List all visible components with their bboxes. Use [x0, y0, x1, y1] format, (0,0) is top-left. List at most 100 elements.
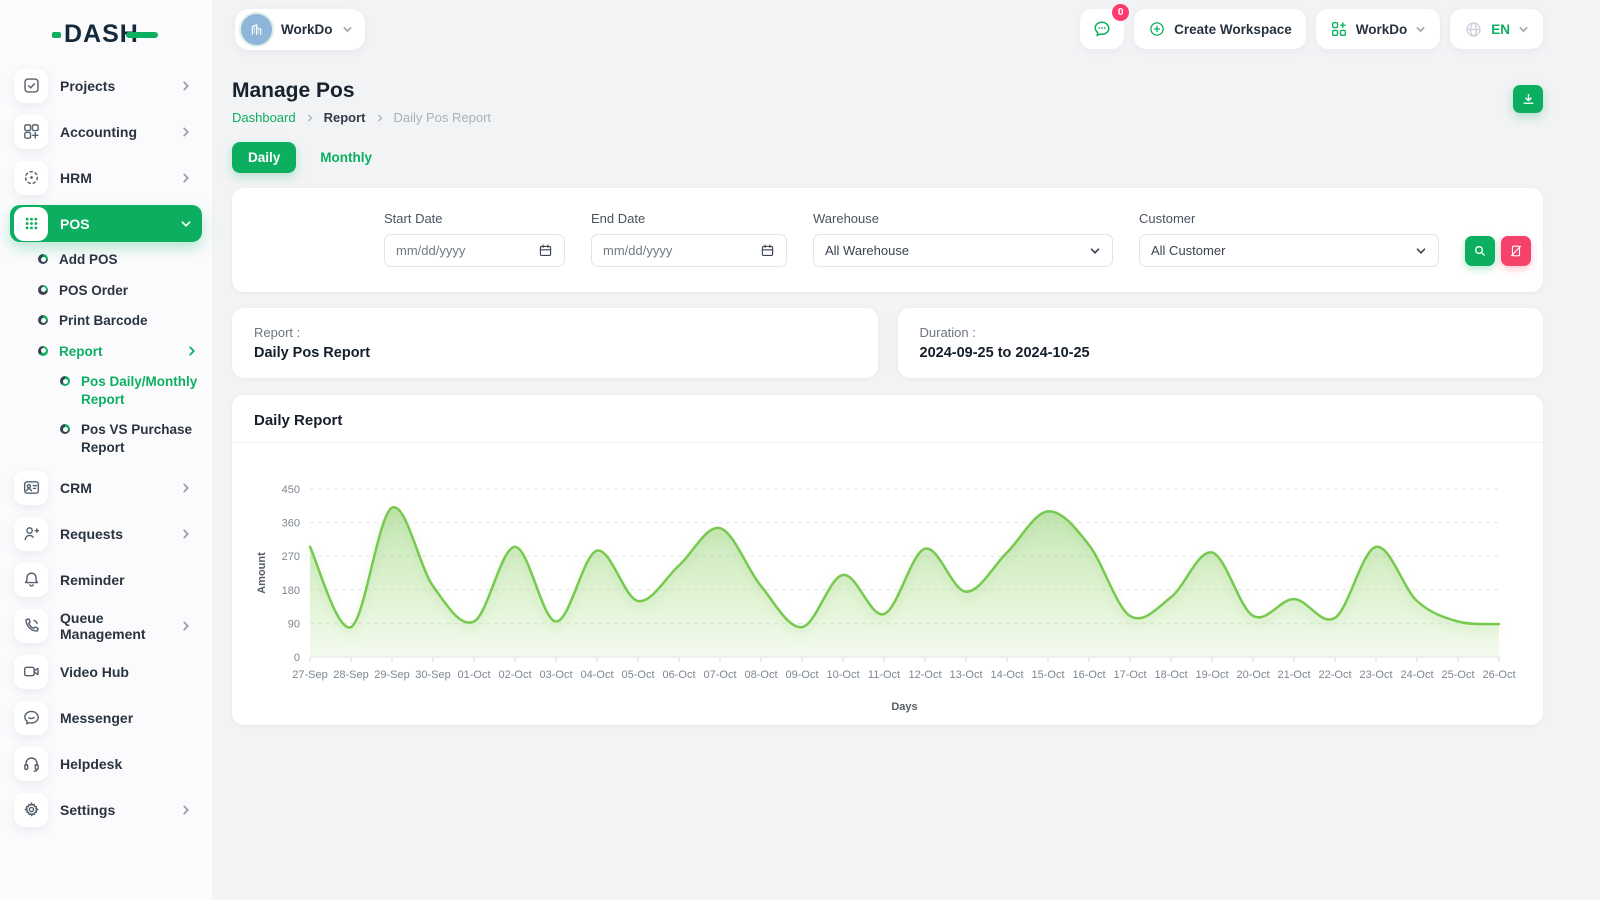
- sidebar-item-label: Pos Daily/Monthly Report: [81, 373, 198, 408]
- sidebar-item-helpdesk[interactable]: Helpdesk: [12, 745, 202, 782]
- duration-label: Duration :: [920, 325, 1522, 340]
- workspace-switcher[interactable]: WorkDo: [235, 9, 365, 50]
- sidebar-item-video-hub[interactable]: Video Hub: [12, 653, 202, 690]
- svg-text:26-Oct: 26-Oct: [1482, 669, 1515, 681]
- brand-logo[interactable]: DASH: [0, 14, 212, 63]
- end-date-label: End Date: [591, 211, 787, 226]
- warehouse-select[interactable]: All Warehouse: [813, 234, 1113, 267]
- sidebar-item-label: Pos VS Purchase Report: [81, 421, 198, 456]
- svg-text:12-Oct: 12-Oct: [908, 669, 941, 681]
- start-date-field: Start Date mm/dd/yyyy: [384, 211, 565, 267]
- create-workspace-label: Create Workspace: [1174, 22, 1292, 37]
- svg-text:15-Oct: 15-Oct: [1031, 669, 1064, 681]
- tab-monthly[interactable]: Monthly: [304, 142, 388, 173]
- svg-text:24-Oct: 24-Oct: [1400, 669, 1433, 681]
- sidebar-item-accounting[interactable]: Accounting: [12, 113, 202, 150]
- plus-circle-icon: [1148, 20, 1166, 38]
- clear-filter-icon: [1509, 244, 1523, 258]
- globe-icon: [1464, 20, 1483, 39]
- end-date-input[interactable]: mm/dd/yyyy: [591, 234, 787, 267]
- sidebar-item-print-barcode[interactable]: Print Barcode: [38, 312, 198, 330]
- bullet-icon: [38, 346, 48, 356]
- sidebar-item-settings[interactable]: Settings: [12, 791, 202, 828]
- sidebar-item-pos-daily-monthly-report[interactable]: Pos Daily/Monthly Report: [60, 373, 198, 408]
- download-button[interactable]: [1513, 85, 1543, 113]
- customer-select[interactable]: All Customer: [1139, 234, 1439, 267]
- chevron-right-icon: [180, 172, 192, 184]
- svg-text:21-Oct: 21-Oct: [1277, 669, 1310, 681]
- chevron-down-icon: [342, 24, 353, 35]
- sidebar-item-messenger[interactable]: Messenger: [12, 699, 202, 736]
- report-period-tabs: Daily Monthly: [232, 142, 1543, 173]
- workdo-menu-button[interactable]: WorkDo: [1316, 9, 1441, 49]
- warehouse-value: All Warehouse: [825, 243, 909, 258]
- sidebar-item-requests[interactable]: Requests: [12, 515, 202, 552]
- svg-text:180: 180: [282, 585, 300, 597]
- svg-text:360: 360: [282, 518, 300, 530]
- reset-filter-button[interactable]: [1501, 236, 1531, 266]
- sidebar: DASH Projects Accounting HRM POS Add POS POS …: [0, 0, 212, 900]
- svg-text:14-Oct: 14-Oct: [990, 669, 1023, 681]
- start-date-input[interactable]: mm/dd/yyyy: [384, 234, 565, 267]
- breadcrumb-item-dashboard[interactable]: Dashboard: [232, 110, 296, 125]
- sidebar-item-label: Requests: [60, 526, 123, 542]
- helpdesk-icon: [14, 747, 48, 781]
- sidebar-item-label: Messenger: [60, 710, 133, 726]
- reminder-icon: [14, 563, 48, 597]
- report-value: Daily Pos Report: [254, 345, 856, 361]
- sidebar-item-hrm[interactable]: HRM: [12, 159, 202, 196]
- sidebar-item-pos-vs-purchase-report[interactable]: Pos VS Purchase Report: [60, 421, 198, 456]
- svg-text:90: 90: [288, 618, 300, 630]
- breadcrumb-item-report[interactable]: Report: [324, 110, 366, 125]
- sidebar-item-projects[interactable]: Projects: [12, 67, 202, 104]
- sidebar-item-label: Helpdesk: [60, 756, 122, 772]
- chevron-down-icon: [1089, 245, 1101, 257]
- sidebar-item-pos[interactable]: POS: [10, 205, 202, 242]
- chevron-right-icon: [180, 126, 192, 138]
- chevron-down-icon: [1415, 245, 1427, 257]
- language-code: EN: [1491, 22, 1510, 37]
- apply-filter-button[interactable]: [1465, 236, 1495, 266]
- svg-text:0: 0: [294, 652, 300, 664]
- tab-daily[interactable]: Daily: [232, 142, 296, 173]
- svg-text:10-Oct: 10-Oct: [826, 669, 859, 681]
- sidebar-item-label: POS: [60, 216, 90, 232]
- svg-text:22-Oct: 22-Oct: [1318, 669, 1351, 681]
- customer-field: Customer All Customer: [1139, 211, 1439, 267]
- sidebar-item-queue-management[interactable]: Queue Management: [12, 607, 202, 644]
- queue-icon: [14, 609, 48, 643]
- duration-summary-card: Duration : 2024-09-25 to 2024-10-25: [898, 308, 1544, 378]
- language-selector[interactable]: EN: [1450, 9, 1543, 49]
- svg-text:13-Oct: 13-Oct: [949, 669, 982, 681]
- svg-text:30-Sep: 30-Sep: [415, 669, 450, 681]
- sidebar-item-crm[interactable]: CRM: [12, 469, 202, 506]
- svg-text:20-Oct: 20-Oct: [1236, 669, 1269, 681]
- pos-icon: [14, 207, 48, 241]
- svg-text:450: 450: [282, 484, 300, 496]
- download-icon: [1521, 92, 1536, 107]
- summary-row: Report : Daily Pos Report Duration : 202…: [232, 308, 1543, 378]
- sidebar-item-report[interactable]: Report: [38, 343, 198, 361]
- building-icon: [248, 21, 265, 38]
- daily-report-chart: 09018027036045027-Sep28-Sep29-Sep30-Sep0…: [252, 469, 1523, 715]
- video-icon: [14, 655, 48, 689]
- svg-text:23-Oct: 23-Oct: [1359, 669, 1392, 681]
- messenger-icon: [14, 701, 48, 735]
- svg-text:28-Sep: 28-Sep: [333, 669, 368, 681]
- sidebar-item-label: Projects: [60, 78, 115, 94]
- sidebar-nav: Projects Accounting HRM POS Add POS POS Order…: [0, 63, 212, 828]
- sidebar-item-pos-order[interactable]: POS Order: [38, 282, 198, 300]
- messages-button[interactable]: 0: [1080, 9, 1124, 49]
- create-workspace-button[interactable]: Create Workspace: [1134, 9, 1306, 49]
- workspace-name: WorkDo: [281, 22, 333, 37]
- end-date-placeholder: mm/dd/yyyy: [603, 243, 672, 258]
- sidebar-item-add-pos[interactable]: Add POS: [38, 251, 198, 269]
- sidebar-item-reminder[interactable]: Reminder: [12, 561, 202, 598]
- svg-text:19-Oct: 19-Oct: [1195, 669, 1228, 681]
- bullet-icon: [38, 315, 48, 325]
- search-icon: [1473, 244, 1487, 258]
- app-root: DASH Projects Accounting HRM POS Add POS POS …: [0, 0, 1600, 900]
- start-date-label: Start Date: [384, 211, 565, 226]
- filter-actions: [1465, 236, 1531, 267]
- duration-value: 2024-09-25 to 2024-10-25: [920, 345, 1522, 361]
